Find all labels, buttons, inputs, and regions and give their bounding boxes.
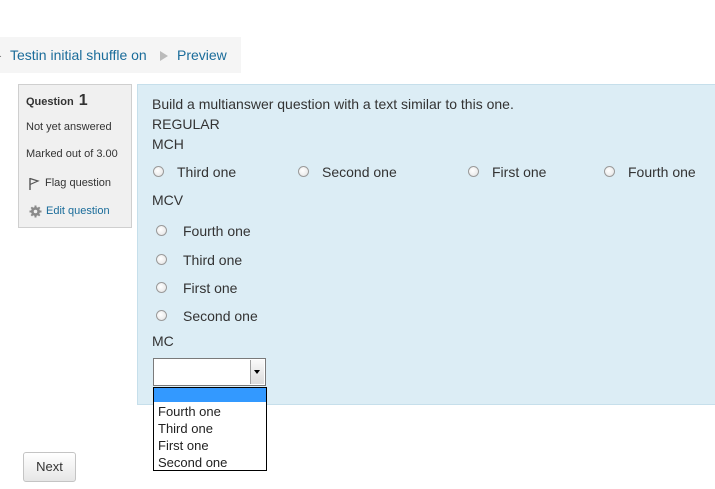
dropdown-option[interactable]: Second one xyxy=(158,454,227,471)
breadcrumb-quiz-link[interactable]: Testin initial shuffle on xyxy=(10,37,147,73)
question-grade: Marked out of 3.00 xyxy=(26,148,118,160)
mch-option-label: Second one xyxy=(322,164,397,180)
mch-option-label: Fourth one xyxy=(628,164,696,180)
radio-button[interactable] xyxy=(156,254,167,265)
mcv-option-label: Fourth one xyxy=(183,223,251,239)
radio-button[interactable] xyxy=(298,166,309,177)
breadcrumb: - Testin initial shuffle on Preview xyxy=(0,37,241,73)
flag-icon xyxy=(29,177,40,190)
radio-button[interactable] xyxy=(604,166,615,177)
radio-button[interactable] xyxy=(468,166,479,177)
question-intro: Build a multianswer question with a text… xyxy=(152,96,514,112)
dropdown-option[interactable]: First one xyxy=(158,437,209,454)
question-info-panel: Question 1 Not yet answered Marked out o… xyxy=(18,84,132,228)
mch-label: MCH xyxy=(152,136,184,152)
radio-button[interactable] xyxy=(153,166,164,177)
mcv-option-label: First one xyxy=(183,280,238,296)
flag-question-label: Flag question xyxy=(45,177,112,189)
question-label: Question xyxy=(26,96,74,108)
breadcrumb-arrow-icon xyxy=(160,51,168,61)
edit-question-label: Edit question xyxy=(46,205,110,217)
question-number-value: 1 xyxy=(78,92,88,109)
dropdown-option[interactable]: Fourth one xyxy=(158,403,221,420)
mch-option-label: First one xyxy=(492,164,547,180)
next-button[interactable]: Next xyxy=(23,452,76,482)
regular-label: REGULAR xyxy=(152,116,220,132)
chevron-down-icon[interactable] xyxy=(250,360,264,384)
question-content: Build a multianswer question with a text… xyxy=(137,84,715,405)
mcv-option-label: Third one xyxy=(183,252,243,268)
quiz-preview-page: - Testin initial shuffle on Preview Ques… xyxy=(0,0,715,489)
mcv-label: MCV xyxy=(152,192,184,208)
breadcrumb-separator: - xyxy=(0,37,2,73)
mcv-option-label: Second one xyxy=(183,308,258,324)
mc-dropdown-list[interactable]: Fourth one Third one First one Second on… xyxy=(153,387,267,471)
breadcrumb-preview-link[interactable]: Preview xyxy=(177,37,227,73)
question-number: Question 1 xyxy=(26,92,88,110)
radio-button[interactable] xyxy=(156,282,167,293)
gear-icon xyxy=(29,205,42,218)
dropdown-option-blank[interactable] xyxy=(154,388,266,402)
mch-option-label: Third one xyxy=(177,164,237,180)
question-state: Not yet answered xyxy=(26,121,112,133)
dropdown-option[interactable]: Third one xyxy=(158,420,213,437)
radio-button[interactable] xyxy=(156,225,167,236)
mc-label: MC xyxy=(152,333,174,349)
radio-button[interactable] xyxy=(156,310,167,321)
mc-select[interactable] xyxy=(153,358,266,386)
